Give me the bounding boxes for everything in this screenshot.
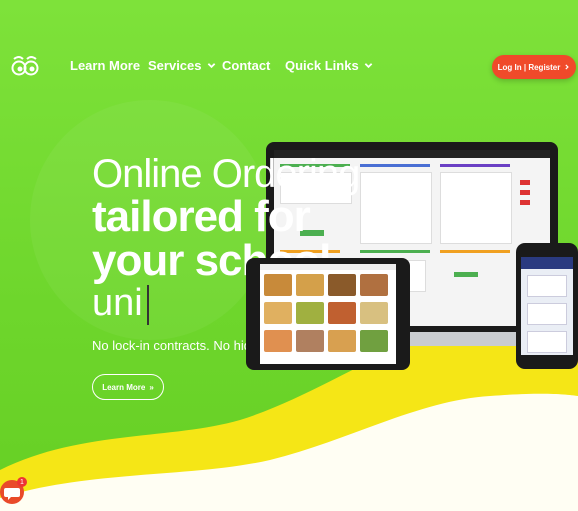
owl-eyes-icon[interactable] xyxy=(11,53,39,81)
nav-link-label: Quick Links xyxy=(285,58,359,73)
phone-mockup xyxy=(516,243,578,369)
nav-link-quick-links[interactable]: Quick Links xyxy=(285,58,373,73)
nav-link-label: Learn More xyxy=(70,58,141,73)
hero-learn-more-label: Learn More xyxy=(102,382,146,392)
typed-text: uni xyxy=(92,282,149,325)
tablet-screen xyxy=(260,264,396,364)
nav-link-contact[interactable]: Contact xyxy=(222,58,270,73)
nav-link-learn-more[interactable]: Learn More xyxy=(70,58,140,73)
chevron-down-icon xyxy=(364,63,372,69)
hero-title-line1: Online Ordering xyxy=(92,152,360,196)
chevron-down-icon xyxy=(207,63,215,69)
hero-title-line2: tailored for xyxy=(92,192,311,241)
hero-learn-more-button[interactable]: Learn More » xyxy=(92,374,164,400)
chevron-right-icon xyxy=(565,64,570,70)
nav-link-label: Services xyxy=(148,58,202,73)
login-register-button[interactable]: Log In | Register xyxy=(492,55,576,79)
typed-word: uni xyxy=(92,282,143,324)
top-navigation: Learn More Services Contact Quick Links … xyxy=(0,0,578,130)
double-chevron-right-icon: » xyxy=(149,382,154,392)
phone-screen xyxy=(521,257,573,355)
chat-notification-badge: 1 xyxy=(17,477,27,487)
tablet-mockup xyxy=(246,258,410,370)
login-register-label: Log In | Register xyxy=(497,62,561,72)
nav-link-services[interactable]: Services xyxy=(148,58,216,73)
nav-link-label: Contact xyxy=(222,58,271,73)
text-cursor xyxy=(146,284,149,325)
